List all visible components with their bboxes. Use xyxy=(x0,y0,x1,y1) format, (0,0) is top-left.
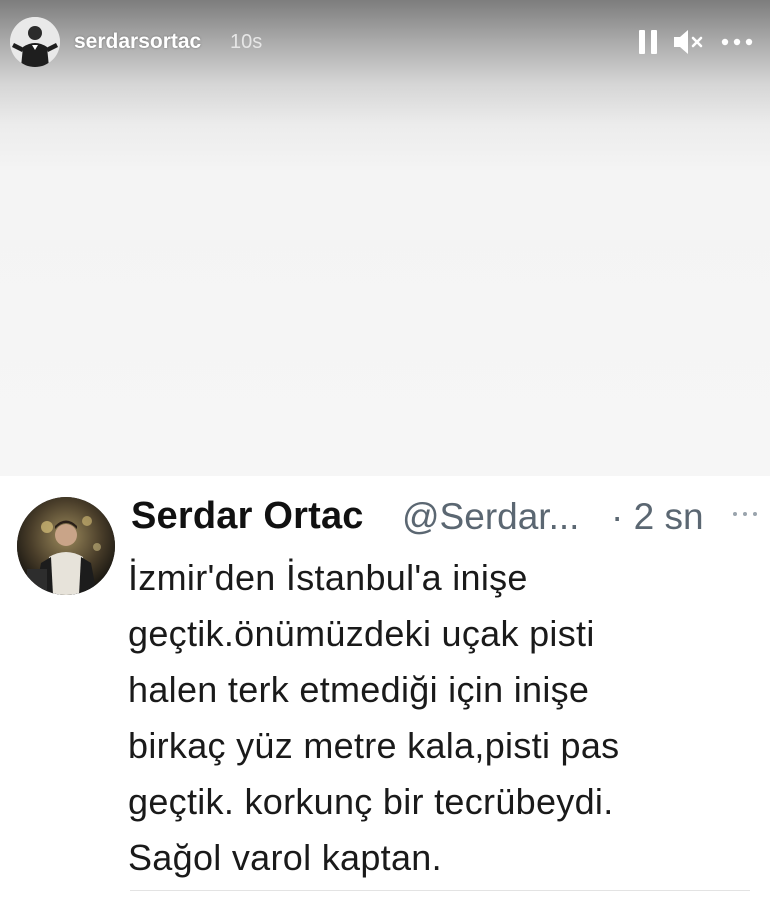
profile-photo-icon xyxy=(17,497,115,595)
tweet-avatar[interactable] xyxy=(17,497,115,595)
mute-button[interactable] xyxy=(672,27,706,57)
tweet-display-name[interactable]: Serdar Ortac xyxy=(131,495,364,538)
pause-icon-bar xyxy=(651,30,657,54)
story-time: 10s xyxy=(230,31,263,53)
more-horizontal-icon xyxy=(721,38,753,46)
more-horizontal-icon xyxy=(733,512,757,516)
tweet-time[interactable]: · 2 sn xyxy=(611,496,704,538)
tweet-handle[interactable]: @Serdar... xyxy=(402,496,579,538)
more-button[interactable] xyxy=(720,28,754,56)
divider xyxy=(130,890,750,891)
profile-photo-icon xyxy=(10,17,60,67)
story-avatar[interactable] xyxy=(10,17,60,67)
story-username[interactable]: serdarsortac xyxy=(74,30,201,54)
mute-icon xyxy=(674,30,703,54)
pause-button[interactable] xyxy=(637,28,659,56)
story-header: serdarsortac 10s xyxy=(0,0,770,84)
tweet-text: İzmir'den İstanbul'a inişe geçtik.önümüz… xyxy=(128,557,620,878)
tweet-more-button[interactable] xyxy=(730,504,760,524)
pause-icon xyxy=(639,30,645,54)
